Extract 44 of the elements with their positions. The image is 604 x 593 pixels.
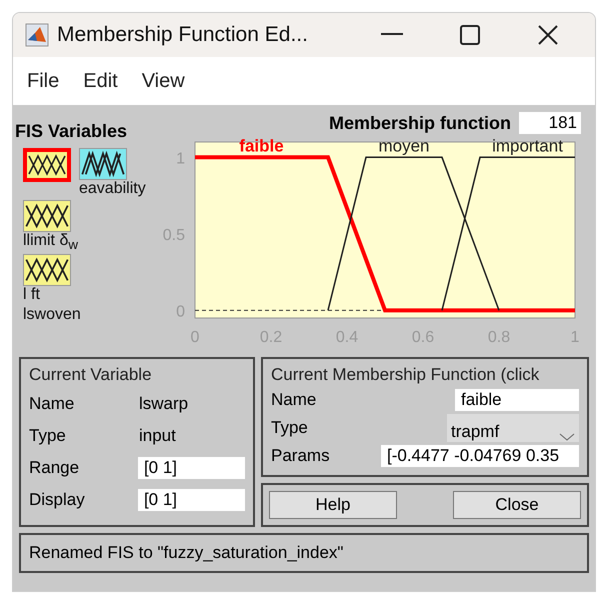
curve-label: faible bbox=[239, 136, 284, 156]
trapezoid-curve[interactable] bbox=[327, 156, 500, 311]
dialog-button[interactable]: Close bbox=[453, 491, 581, 519]
minimize-icon[interactable] bbox=[381, 33, 403, 37]
type-dropdown[interactable]: trapmf bbox=[447, 414, 579, 442]
app-logo-icon bbox=[25, 23, 49, 47]
membership-icon[interactable] bbox=[23, 254, 71, 286]
plot-title: Membership function bbox=[328, 112, 511, 134]
membership-icon[interactable] bbox=[79, 148, 127, 180]
field-label: Params bbox=[271, 446, 331, 466]
dialog-button[interactable]: Help bbox=[269, 491, 397, 519]
chevron-icon bbox=[559, 432, 575, 442]
status-bar: Renamed FIS to "fuzzy_saturation_index" bbox=[19, 533, 589, 573]
maximize-icon[interactable] bbox=[460, 25, 480, 45]
variable-label: llimit δ$_{w}$ bbox=[23, 232, 78, 252]
field-value: input bbox=[139, 426, 176, 446]
panel-title: FIS Variables bbox=[15, 121, 128, 142]
menu-item[interactable]: File bbox=[27, 70, 60, 92]
variable-label: eavability bbox=[79, 180, 146, 198]
variable-label: l ft bbox=[23, 286, 40, 304]
menu-item[interactable]: View bbox=[142, 70, 185, 92]
right-shoulder-curve[interactable] bbox=[441, 156, 575, 311]
field-label: Name bbox=[271, 390, 318, 410]
field-label: Type bbox=[271, 418, 309, 438]
field-value: lswarp bbox=[139, 394, 188, 414]
variable-label: lswoven bbox=[23, 306, 81, 324]
field-label: Name bbox=[29, 394, 76, 414]
membership-icon[interactable] bbox=[23, 148, 71, 182]
membership-icon[interactable] bbox=[23, 200, 71, 232]
curve-label: important bbox=[492, 136, 563, 156]
input-field[interactable]: faible bbox=[455, 389, 579, 411]
points-field[interactable]: 181 bbox=[519, 112, 581, 134]
close-icon[interactable] bbox=[538, 25, 558, 45]
field-label: Type bbox=[29, 426, 67, 446]
menu-item[interactable]: Edit bbox=[83, 70, 118, 92]
field-label: Range bbox=[29, 458, 80, 478]
field-label: Display bbox=[29, 490, 86, 510]
input-field[interactable]: [0 1] bbox=[138, 457, 245, 479]
input-field[interactable]: [-0.4477 -0.04769 0.35 bbox=[381, 445, 579, 467]
curve-label: moyen bbox=[378, 136, 430, 156]
input-field[interactable]: [0 1] bbox=[138, 489, 245, 511]
window-title: Membership Function Ed... bbox=[57, 23, 309, 47]
panel-title: Current Variable bbox=[29, 365, 153, 385]
panel-title: Current Membership Function (click bbox=[271, 365, 540, 385]
